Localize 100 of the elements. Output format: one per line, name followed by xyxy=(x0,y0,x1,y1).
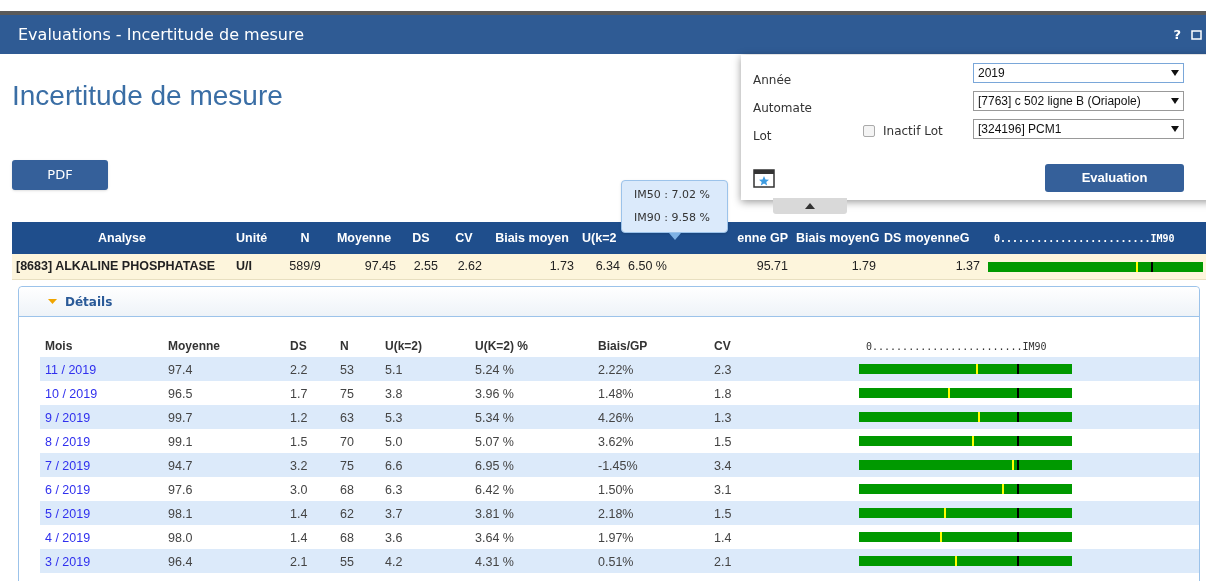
table-cell: 2.2 xyxy=(290,363,308,377)
select-field[interactable]: 2019 xyxy=(973,63,1184,83)
month-link[interactable]: 7 / 2019 xyxy=(45,459,91,473)
table-cell: 1.97% xyxy=(598,531,634,545)
table-cell: 5.07 % xyxy=(475,435,514,449)
table-cell-text: 95.71 xyxy=(756,258,788,276)
table-cell: 55 xyxy=(340,555,354,569)
table-cell: 2.1 xyxy=(714,555,732,569)
month-link[interactable]: 4 / 2019 xyxy=(45,531,91,545)
month-link[interactable]: 5 / 2019 xyxy=(45,507,91,521)
table-cell: 99.1 xyxy=(168,435,193,449)
table-cell: 6.3 xyxy=(385,483,403,497)
tooltip-pointer-icon xyxy=(669,233,681,240)
table-cell: 4.26% xyxy=(598,411,634,425)
month-link[interactable]: 11 / 2019 xyxy=(45,363,97,377)
table-cell-text: 6.34 xyxy=(595,258,620,276)
help-button[interactable]: ? xyxy=(1173,24,1181,45)
table-cell-text: 1.37 xyxy=(955,258,980,276)
month-link[interactable]: 3 / 2019 xyxy=(45,555,91,569)
checkbox-label: Inactif Lot xyxy=(883,123,943,140)
table-cell: 1.4 xyxy=(290,531,308,545)
table-cell-text: 589/9 xyxy=(289,258,321,276)
table-cell: 1.7 xyxy=(290,387,308,401)
page-title: Incertitude de mesure xyxy=(12,80,283,112)
table-cell: 96.4 xyxy=(168,555,193,569)
table-cell: 3.62% xyxy=(598,435,634,449)
table-cell: 98.1 xyxy=(168,507,193,521)
table-cell: 3.6 xyxy=(385,531,403,545)
dropdown-arrow-icon xyxy=(1171,126,1179,132)
select-field[interactable]: [7763] c 502 ligne B (Oriapole) xyxy=(973,91,1184,111)
tooltip-text: IM50 : 7.02 % xyxy=(634,187,711,203)
table-cell: 2.1 xyxy=(290,555,308,569)
table-cell: 6.42 % xyxy=(475,483,514,497)
field-label: Année xyxy=(753,72,793,89)
table-cell: 5.3 xyxy=(385,411,403,425)
table-cell-text: 97.45 xyxy=(364,258,396,276)
table-cell: 1.4 xyxy=(714,531,732,545)
dropdown-arrow-icon xyxy=(1171,70,1179,76)
month-link[interactable]: 6 / 2019 xyxy=(45,483,91,497)
column-header: U(k=2 xyxy=(582,229,617,247)
table-cell: 3.81 % xyxy=(475,507,514,521)
field-label: Automate xyxy=(753,100,813,117)
table-cell: 1.50% xyxy=(598,483,634,497)
table-cell: 1.48% xyxy=(598,387,634,401)
table-cell: 53 xyxy=(340,363,354,377)
details-toggle[interactable]: Détails xyxy=(19,287,1199,317)
table-cell: 1.5 xyxy=(714,435,732,449)
table-cell: 2.3 xyxy=(714,363,732,377)
select-field[interactable]: [324196] PCM1 xyxy=(973,119,1184,139)
column-header: Moyenne xyxy=(168,339,220,353)
collapse-tab[interactable] xyxy=(773,198,847,214)
column-header: CV xyxy=(455,229,473,247)
window-title: Evaluations - Incertitude de mesure xyxy=(18,23,305,46)
field-label: Lot xyxy=(753,128,773,145)
table-cell: 6.6 xyxy=(385,459,403,473)
maximize-icon[interactable] xyxy=(1191,29,1202,40)
column-header: Biais moyenG xyxy=(796,229,880,247)
table-cell: 62 xyxy=(340,507,354,521)
table-cell: 1.4 xyxy=(290,507,308,521)
column-header: DS xyxy=(290,339,307,353)
column-header: 0.........................IM90 xyxy=(993,231,1175,246)
table-cell: 2.22% xyxy=(598,363,634,377)
table-cell: 3.7 xyxy=(385,507,403,521)
table-cell: 5.34 % xyxy=(475,411,514,425)
table-cell: 2.18% xyxy=(598,507,634,521)
column-header: N xyxy=(300,229,310,247)
table-cell: 68 xyxy=(340,531,354,545)
pdf-button[interactable]: PDF xyxy=(12,160,108,190)
column-header: Moyenne xyxy=(336,229,392,247)
table-cell: -1.45% xyxy=(598,459,638,473)
table-cell: 75 xyxy=(340,387,354,401)
table-cell: 1.8 xyxy=(714,387,732,401)
table-cell-text: 2.62 xyxy=(457,258,482,276)
table-cell: 3.0 xyxy=(290,483,308,497)
month-link[interactable]: 8 / 2019 xyxy=(45,435,91,449)
month-link[interactable]: 10 / 2019 xyxy=(45,387,98,401)
column-header: U(K=2) % xyxy=(475,339,528,353)
table-cell: 75 xyxy=(340,459,354,473)
table-cell: 0.51% xyxy=(598,555,634,569)
tooltip-text: IM90 : 9.58 % xyxy=(634,209,711,226)
table-cell: 70 xyxy=(340,435,354,449)
checkbox[interactable] xyxy=(863,125,875,137)
table-cell: 1.3 xyxy=(714,411,732,425)
column-header: Analyse xyxy=(98,229,146,247)
table-cell: 4.31 % xyxy=(475,555,514,569)
month-link[interactable]: 9 / 2019 xyxy=(45,411,91,425)
table-cell-text: 2.55 xyxy=(413,258,438,276)
table-cell: 6.95 % xyxy=(475,459,514,473)
table-cell: 3.1 xyxy=(714,483,732,497)
column-header: DS moyenneG xyxy=(884,229,970,247)
table-cell: 5.24 % xyxy=(475,363,514,377)
column-header: N xyxy=(340,339,349,353)
table-cell: 96.5 xyxy=(168,387,193,401)
table-cell: 97.6 xyxy=(168,483,193,497)
table-cell: 5.0 xyxy=(385,435,403,449)
table-cell: 4.2 xyxy=(385,555,403,569)
column-header: Biais moyen xyxy=(495,229,569,247)
column-header: DS xyxy=(412,229,430,247)
evaluation-button[interactable]: Evaluation xyxy=(1045,164,1184,192)
table-cell: 3.96 % xyxy=(475,387,514,401)
